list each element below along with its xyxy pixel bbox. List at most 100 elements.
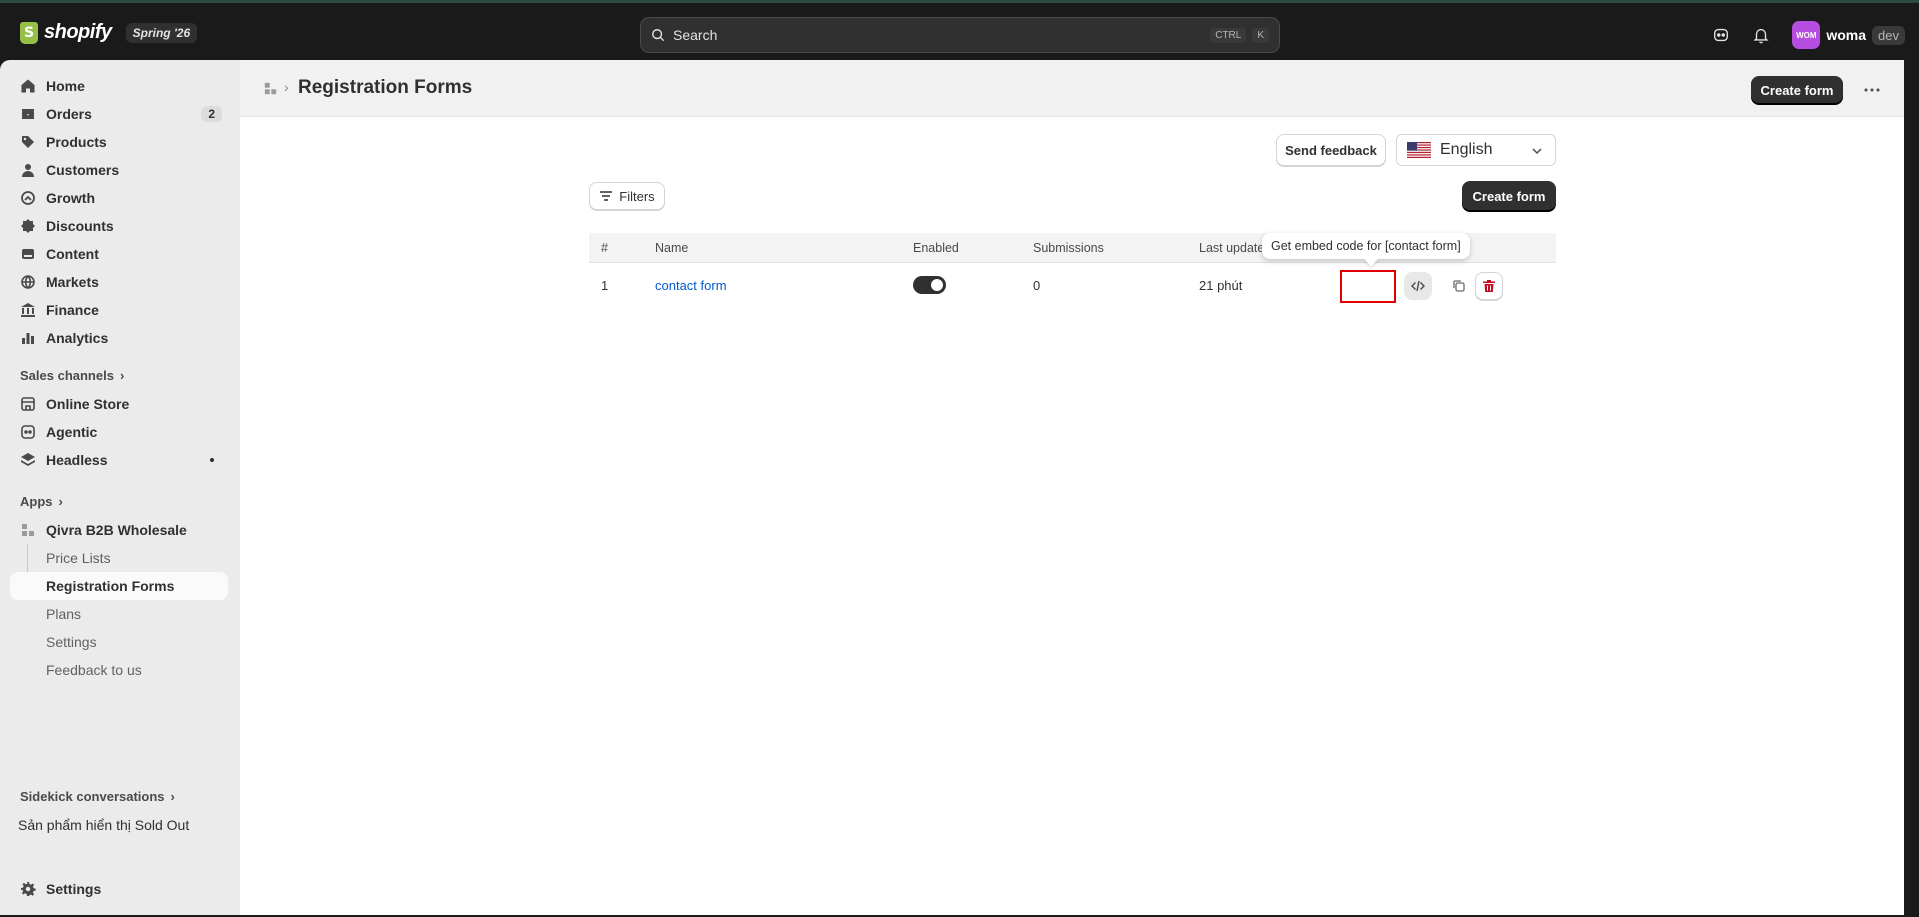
column-header-last-updated[interactable]: Last updated	[1199, 241, 1271, 255]
sidebar-item-markets[interactable]: Markets	[10, 268, 228, 296]
sidebar-subitem-label: Settings	[46, 634, 97, 650]
discount-icon	[21, 219, 35, 233]
home-icon	[21, 79, 35, 93]
column-header-name[interactable]: Name	[655, 241, 688, 255]
page-header: › Registration Forms Create form	[240, 60, 1904, 117]
language-selected: English	[1440, 141, 1493, 158]
top-bar: shopify Spring '26 Search CTRL K WOM wom…	[0, 0, 1919, 60]
sales-channels-header[interactable]: Sales channels ›	[20, 368, 124, 383]
sidebar-subitem-plans[interactable]: Plans	[10, 600, 228, 628]
user-menu[interactable]: WOM woma dev	[1792, 21, 1905, 49]
sidebar-subitem-label: Feedback to us	[46, 662, 142, 678]
sidebar: Home Orders 2 Products Customers Growth …	[0, 60, 240, 915]
sidebar-item-label: Markets	[46, 274, 99, 290]
sidebar-subitem-settings[interactable]: Settings	[10, 628, 228, 656]
row-last-updated: 21 phút	[1199, 278, 1243, 293]
orders-count-badge: 2	[201, 106, 222, 122]
sidebar-item-label: Orders	[46, 106, 92, 122]
search-input[interactable]: Search CTRL K	[640, 17, 1280, 53]
bell-icon[interactable]	[1752, 26, 1770, 44]
sidebar-item-home[interactable]: Home	[10, 72, 228, 100]
filter-icon	[600, 191, 613, 201]
sidebar-item-analytics[interactable]: Analytics	[10, 324, 228, 352]
sidebar-item-discounts[interactable]: Discounts	[10, 212, 228, 240]
edition-badge[interactable]: Spring '26	[125, 22, 198, 43]
sidekick-conversation-item[interactable]: Sản phẩm hiển thị Sold Out	[10, 811, 228, 839]
sidebar-item-label: Online Store	[46, 396, 130, 412]
trash-icon	[1483, 280, 1495, 292]
chevron-down-icon	[1532, 148, 1542, 155]
sidebar-item-customers[interactable]: Customers	[10, 156, 228, 184]
sidebar-item-label: Analytics	[46, 330, 109, 346]
app-breadcrumb-icon[interactable]	[264, 82, 277, 95]
logo-text: shopify	[44, 21, 112, 43]
column-header-index: #	[601, 241, 608, 255]
user-name: woma	[1826, 27, 1867, 43]
language-select[interactable]: English	[1396, 134, 1556, 166]
app-icon	[22, 524, 34, 536]
shopify-bag-icon	[20, 21, 38, 44]
person-icon	[22, 164, 34, 177]
sidebar-subitem-registration-forms[interactable]: Registration Forms	[10, 572, 228, 600]
kbd-k: K	[1252, 27, 1269, 43]
sidebar-item-orders[interactable]: Orders 2	[10, 100, 228, 128]
sidebar-item-label: Growth	[46, 190, 95, 206]
headless-icon	[21, 453, 35, 466]
sidebar-subitem-feedback[interactable]: Feedback to us	[10, 656, 228, 684]
table-row: 1 contact form 0 21 phút	[589, 264, 1556, 308]
apps-label: Apps	[20, 494, 53, 509]
sidebar-item-label: Agentic	[46, 424, 98, 440]
chevron-right-icon: ›	[170, 789, 175, 804]
search-icon	[652, 29, 665, 42]
sidekick-icon[interactable]	[1712, 26, 1730, 44]
content-icon	[22, 249, 34, 259]
sidebar-item-content[interactable]: Content	[10, 240, 228, 268]
row-submissions: 0	[1033, 278, 1041, 293]
column-header-enabled[interactable]: Enabled	[913, 241, 959, 255]
apps-header[interactable]: Apps ›	[20, 494, 63, 509]
globe-icon	[21, 275, 35, 289]
column-header-submissions[interactable]: Submissions	[1033, 241, 1104, 255]
sidebar-item-growth[interactable]: Growth	[10, 184, 228, 212]
gear-icon	[21, 882, 36, 896]
enabled-toggle[interactable]	[913, 276, 946, 294]
sidebar-item-label: Settings	[46, 881, 102, 897]
kbd-ctrl: CTRL	[1210, 27, 1247, 43]
chevron-right-icon: ›	[119, 368, 125, 383]
sidebar-item-settings[interactable]: Settings	[10, 875, 228, 903]
sidebar-item-label: Content	[46, 246, 99, 262]
sidekick-conversations-header[interactable]: Sidekick conversations ›	[20, 789, 175, 804]
avatar: WOM	[1792, 21, 1821, 49]
delete-button[interactable]	[1475, 272, 1503, 300]
sidebar-item-agentic[interactable]: Agentic	[10, 418, 228, 446]
agent-icon	[21, 425, 35, 439]
sidebar-item-headless[interactable]: Headless	[10, 446, 228, 474]
embed-code-tooltip: Get embed code for [contact form]	[1262, 233, 1470, 259]
sidebar-item-products[interactable]: Products	[10, 128, 228, 156]
copy-icon	[1453, 280, 1465, 292]
sidebar-item-finance[interactable]: Finance	[10, 296, 228, 324]
sidebar-subitem-label: Plans	[46, 606, 82, 622]
header-create-form-button[interactable]: Create form	[1751, 76, 1843, 104]
sidebar-item-label: Customers	[46, 162, 120, 178]
sidebar-item-label: Products	[46, 134, 107, 150]
sidebar-subitem-price-lists[interactable]: Price Lists	[10, 544, 228, 572]
shopify-logo[interactable]: shopify Spring '26	[20, 21, 198, 44]
sidebar-item-app[interactable]: Qivra B2B Wholesale	[10, 516, 228, 544]
create-form-button[interactable]: Create form	[1462, 181, 1556, 211]
sidekick-label: Sidekick conversations	[20, 789, 165, 804]
filters-button[interactable]: Filters	[589, 182, 665, 210]
sidebar-item-label: Qivra B2B Wholesale	[46, 522, 187, 538]
embed-code-button[interactable]	[1404, 272, 1432, 300]
more-actions-icon[interactable]	[1862, 80, 1882, 100]
top-right-actions: WOM woma dev	[1712, 21, 1905, 49]
send-feedback-button[interactable]: Send feedback	[1276, 134, 1386, 166]
row-index: 1	[601, 278, 609, 293]
store-icon	[21, 397, 35, 411]
sidebar-item-online-store[interactable]: Online Store	[10, 390, 228, 418]
sidebar-subitem-label: Price Lists	[46, 550, 111, 566]
duplicate-button[interactable]	[1445, 272, 1473, 300]
tag-icon	[22, 136, 34, 148]
form-name-link[interactable]: contact form	[655, 278, 727, 293]
page-title: Registration Forms	[298, 77, 473, 98]
